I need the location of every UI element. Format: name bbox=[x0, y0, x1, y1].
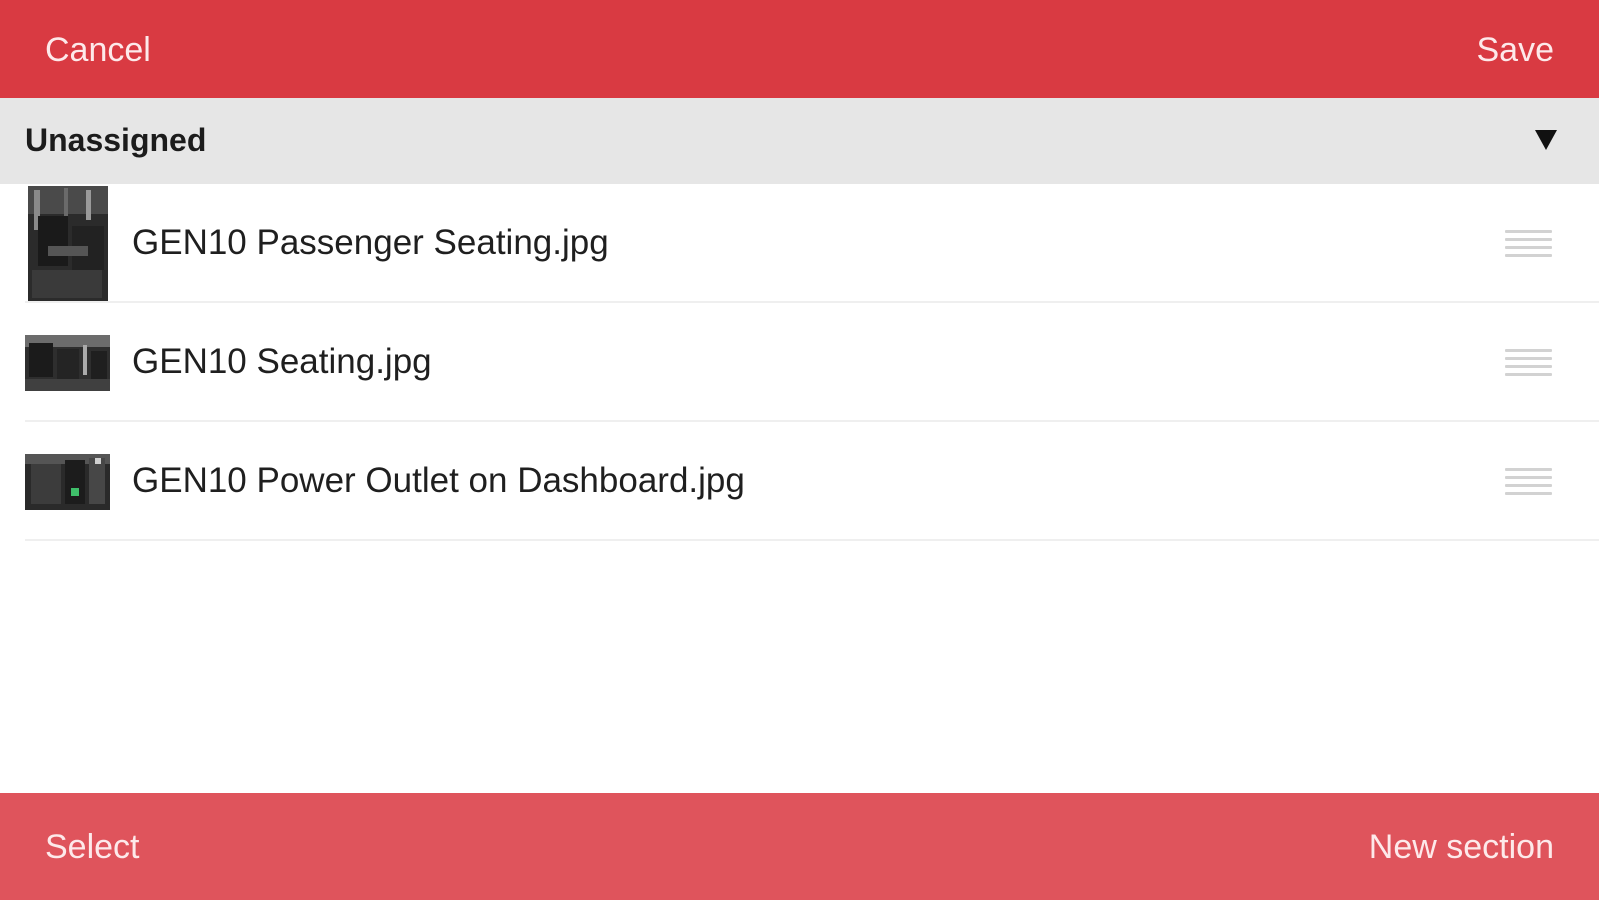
top-navigation-bar: Cancel Save bbox=[0, 0, 1599, 98]
cancel-button[interactable]: Cancel bbox=[45, 28, 151, 72]
section-header-unassigned[interactable]: Unassigned bbox=[0, 98, 1599, 184]
photo-organizer-screen: Cancel Save Unassigned GEN10 Passenger S… bbox=[0, 0, 1599, 900]
select-button[interactable]: Select bbox=[45, 825, 140, 869]
file-name: GEN10 Power Outlet on Dashboard.jpg bbox=[132, 461, 745, 500]
bottom-toolbar: Select New section bbox=[0, 793, 1599, 900]
seating-photo-thumbnail bbox=[25, 335, 110, 391]
file-name: GEN10 Passenger Seating.jpg bbox=[132, 223, 609, 262]
section-title: Unassigned bbox=[25, 122, 207, 158]
dashboard-outlet-photo-thumbnail bbox=[25, 454, 110, 510]
file-name: GEN10 Seating.jpg bbox=[132, 342, 432, 381]
list-item[interactable]: GEN10 Power Outlet on Dashboard.jpg bbox=[0, 422, 1599, 541]
drag-handle-icon[interactable] bbox=[1505, 468, 1552, 495]
caret-down-icon[interactable] bbox=[1535, 130, 1557, 150]
new-section-button[interactable]: New section bbox=[1369, 825, 1554, 869]
drag-handle-icon[interactable] bbox=[1505, 230, 1552, 257]
save-button[interactable]: Save bbox=[1477, 28, 1555, 72]
file-list: GEN10 Passenger Seating.jpg GEN10 Seatin… bbox=[0, 184, 1599, 541]
drag-handle-icon[interactable] bbox=[1505, 349, 1552, 376]
seating-photo-thumbnail bbox=[28, 186, 108, 302]
list-item[interactable]: GEN10 Passenger Seating.jpg bbox=[0, 184, 1599, 303]
list-item[interactable]: GEN10 Seating.jpg bbox=[0, 303, 1599, 422]
